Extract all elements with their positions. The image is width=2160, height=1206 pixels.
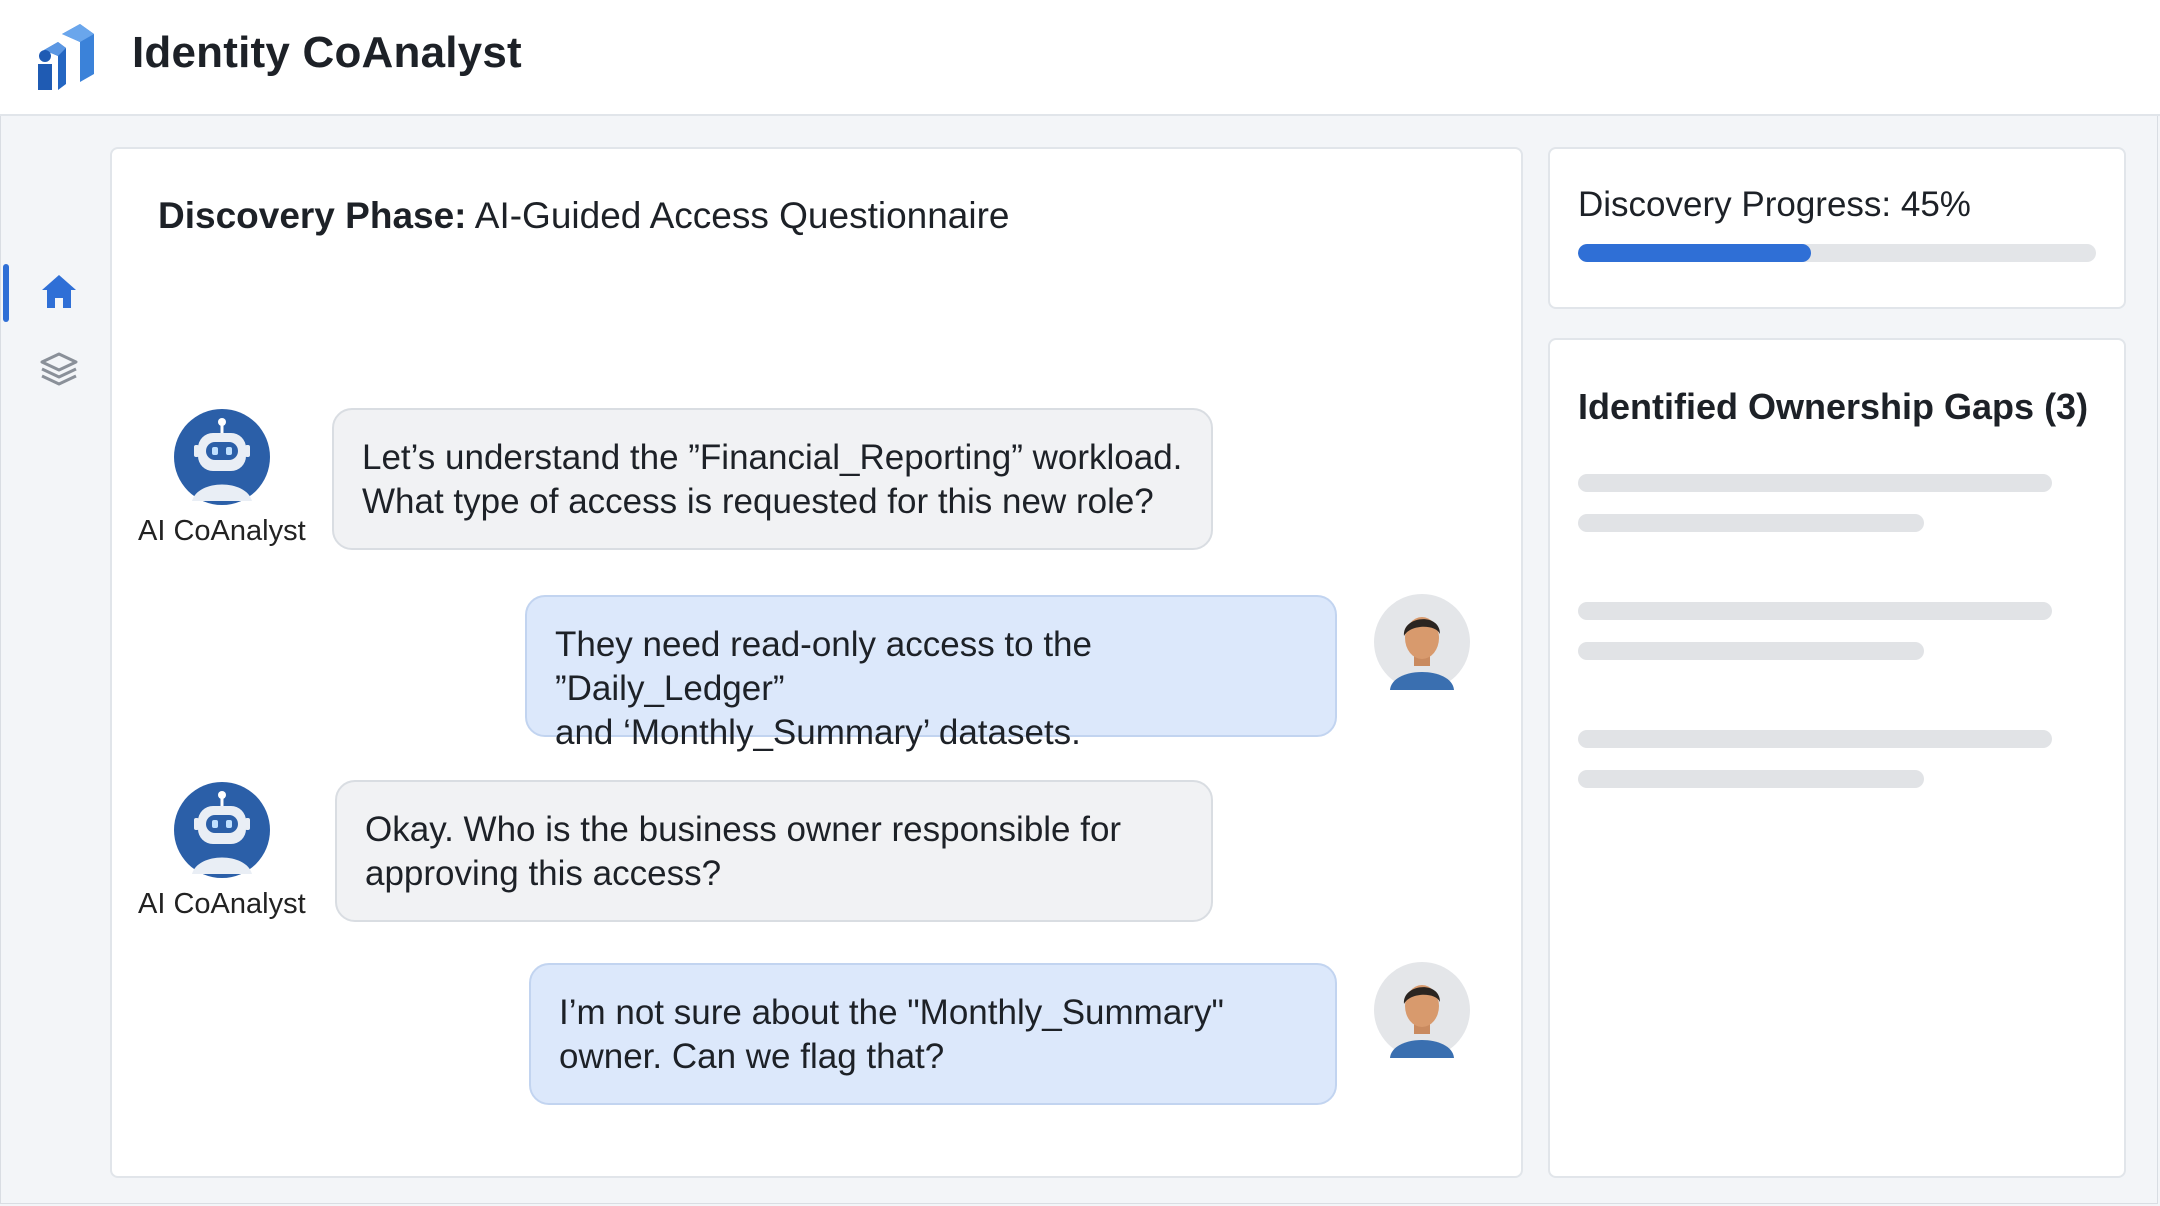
app-title: Identity CoAnalyst: [132, 28, 522, 77]
discovery-progress-card: Discovery Progress: 45%: [1548, 147, 2126, 309]
user-message-bubble: They need read-only access to the ”Daily…: [525, 595, 1337, 752]
message-text-line: What type of access is requested for thi…: [362, 482, 1154, 521]
panel-heading: Discovery Phase: AI-Guided Access Questi…: [158, 195, 1010, 237]
gap-placeholder-line: [1578, 514, 1924, 532]
gaps-title: Identified Ownership Gaps (3): [1578, 386, 2089, 427]
message-text-line: owner. Can we flag that?: [559, 1037, 945, 1076]
robot-avatar-icon: [174, 409, 270, 505]
bar-chart-logo-icon: [38, 24, 94, 90]
user-avatar-icon: [1374, 594, 1470, 690]
ai-message-bubble: Okay. Who is the business owner responsi…: [335, 780, 1213, 922]
layers-icon[interactable]: [38, 348, 80, 390]
panel-heading-title: AI-Guided Access Questionnaire: [474, 195, 1010, 236]
app-header: Identity CoAnalyst: [0, 0, 2160, 116]
progress-bar: [1578, 244, 2096, 262]
panel-heading-phase: Discovery Phase:: [158, 195, 467, 236]
active-nav-indicator: [3, 264, 9, 322]
message-text-line: They need read-only access to the ”Daily…: [555, 625, 1092, 708]
ai-message-bubble: Let’s understand the ”Financial_Reportin…: [332, 408, 1213, 550]
gap-placeholder-line: [1578, 474, 2052, 492]
ai-sender-label: AI CoAnalyst: [138, 888, 306, 920]
robot-avatar-icon: [174, 782, 270, 878]
message-text-line: I’m not sure about the "Monthly_Summary": [559, 993, 1224, 1032]
user-message-bubble: I’m not sure about the "Monthly_Summary"…: [529, 963, 1337, 1105]
gap-placeholder-line: [1578, 770, 1924, 788]
gap-placeholder-line: [1578, 602, 2052, 620]
ai-sender-label: AI CoAnalyst: [138, 515, 306, 547]
progress-bar-fill: [1578, 244, 1812, 262]
message-text-line: Let’s understand the ”Financial_Reportin…: [362, 438, 1183, 477]
chat-panel: Discovery Phase: AI-Guided Access Questi…: [110, 147, 1523, 1178]
gap-placeholder-line: [1578, 730, 2052, 748]
message-text-line: and ‘Monthly_Summary’ datasets.: [555, 713, 1081, 752]
ownership-gaps-card: Identified Ownership Gaps (3): [1548, 338, 2126, 1178]
gap-placeholder-line: [1578, 642, 1924, 660]
message-text-line: Okay. Who is the business owner responsi…: [365, 810, 1122, 849]
left-nav-rail: [0, 116, 110, 1206]
message-text-line: approving this access?: [365, 854, 722, 893]
user-avatar-icon: [1374, 962, 1470, 1058]
home-icon[interactable]: [38, 271, 80, 313]
progress-label: Discovery Progress: 45%: [1578, 185, 1971, 224]
